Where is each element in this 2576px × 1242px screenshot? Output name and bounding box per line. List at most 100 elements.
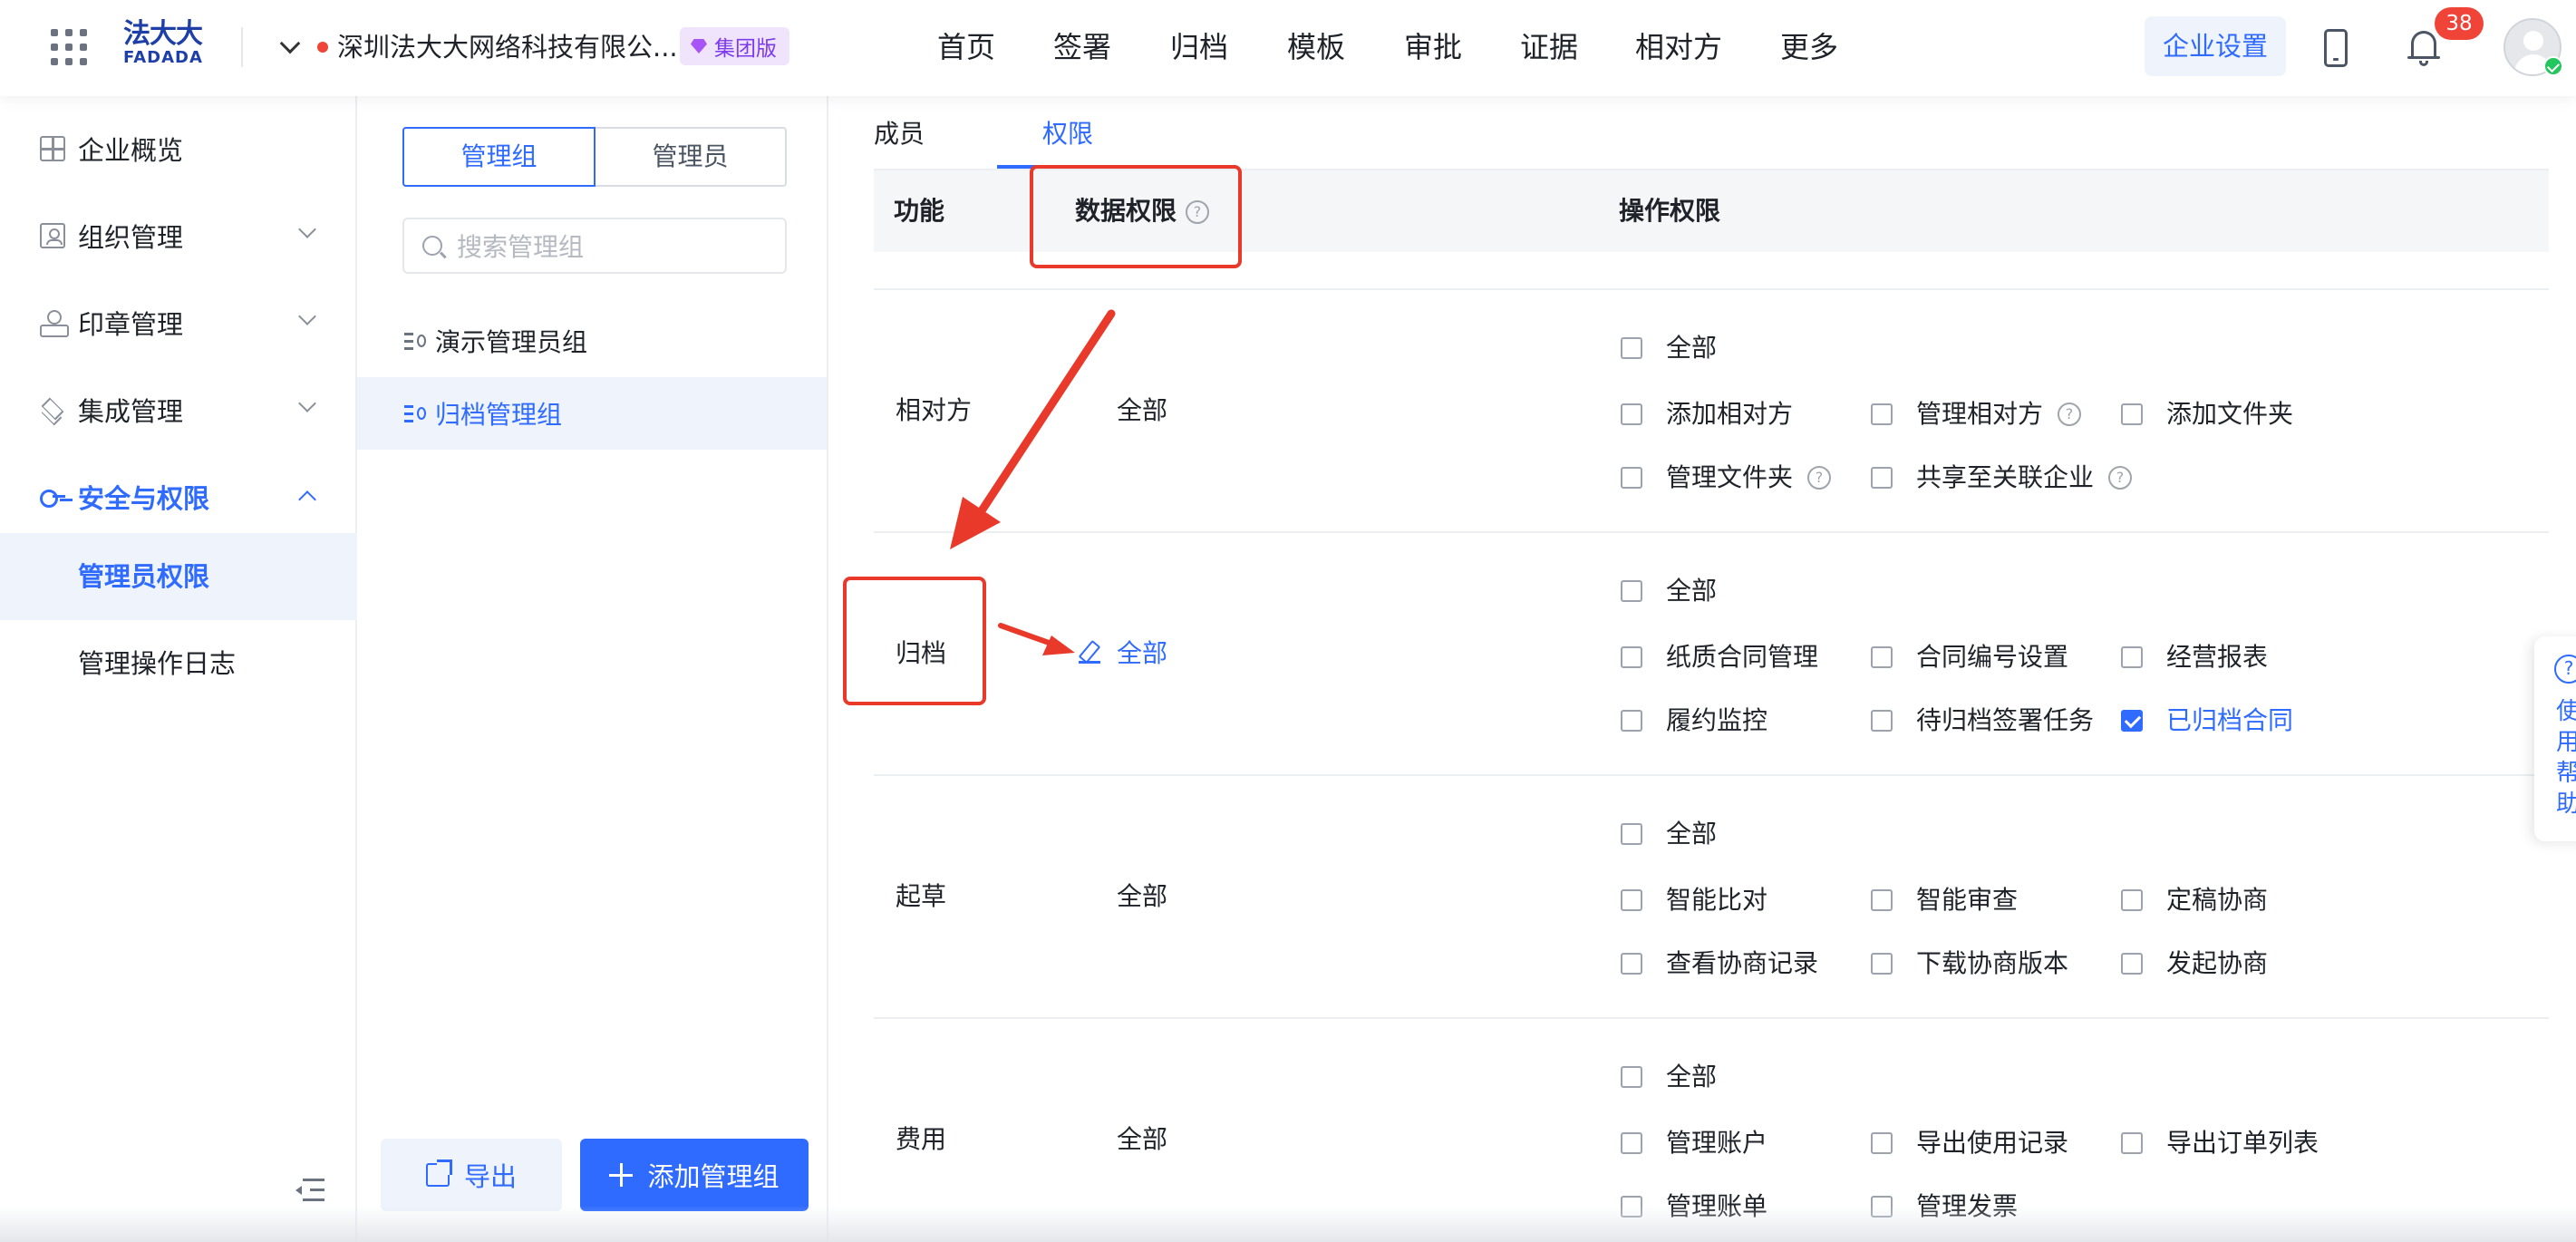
checkbox-export-usage-records[interactable]: 导出使用记录	[1871, 1125, 2068, 1161]
external-link-icon	[425, 1160, 452, 1187]
help-circle-icon[interactable]: ?	[1807, 466, 1832, 490]
verified-check-icon	[2543, 56, 2563, 76]
row-divider	[874, 531, 2549, 533]
checkbox-start-negotiation[interactable]: 发起协商	[2121, 946, 2268, 982]
row-divider	[874, 288, 2549, 290]
top-header: 法大大 FADADA 深圳法大大网络科技有限公... 集团版 首页 签署 归档 …	[0, 0, 2576, 96]
company-status-dot	[317, 42, 328, 53]
fadada-logo[interactable]: 法大大 FADADA	[123, 20, 214, 71]
checkbox-manage-folder[interactable]: 管理文件夹?	[1621, 460, 1832, 496]
sidebar-item-organization[interactable]: 组织管理	[0, 192, 357, 279]
row-data-permission: 全部	[1117, 1124, 1168, 1154]
checkbox-manage-counterparty[interactable]: 管理相对方?	[1871, 396, 2082, 432]
annotation-box-data-permission	[1030, 165, 1242, 268]
seal-icon	[40, 310, 69, 337]
notification-bell-icon[interactable]	[2407, 27, 2440, 67]
tab-members[interactable]: 成员	[874, 114, 925, 150]
edit-pencil-icon[interactable]	[1079, 641, 1100, 664]
apps-grid-icon[interactable]	[51, 29, 87, 65]
sidebar-item-label: 安全与权限	[78, 483, 210, 514]
help-circle-icon[interactable]: ?	[2108, 466, 2133, 490]
checkbox-view-negotiation-records[interactable]: 查看协商记录	[1621, 946, 1818, 982]
nav-template[interactable]: 模板	[1287, 22, 1345, 73]
sidebar-item-label: 集成管理	[78, 396, 184, 427]
group-icon	[404, 403, 426, 423]
company-switch-chevron-icon[interactable]	[279, 33, 301, 54]
segment-admin[interactable]: 管理员	[596, 129, 785, 185]
checkbox-performance-monitor[interactable]: 履约监控	[1621, 703, 1767, 739]
sidebar-item-security[interactable]: 安全与权限	[0, 453, 357, 540]
nav-sign[interactable]: 签署	[1053, 22, 1111, 73]
checkbox-draft-all[interactable]: 全部	[1621, 816, 1717, 852]
notification-count-badge: 38	[2435, 7, 2484, 40]
checkbox-paper-contract[interactable]: 纸质合同管理	[1621, 639, 1818, 675]
group-search-box	[402, 218, 787, 274]
group-item-archive[interactable]: 归档管理组	[357, 377, 827, 450]
dashboard-icon	[40, 136, 65, 161]
checkbox-finalize-negotiation[interactable]: 定稿协商	[2121, 882, 2268, 918]
group-item-label: 演示管理员组	[435, 327, 588, 357]
plus-icon	[609, 1163, 634, 1187]
sidebar-subitem-operation-log[interactable]: 管理操作日志	[0, 620, 357, 707]
mobile-phone-icon[interactable]	[2324, 29, 2348, 67]
checkbox-business-report[interactable]: 经营报表	[2121, 639, 2268, 675]
nav-more[interactable]: 更多	[1780, 22, 1838, 73]
row-divider	[874, 1017, 2549, 1019]
checkbox-export-order-list[interactable]: 导出订单列表	[2121, 1125, 2319, 1161]
add-admin-group-button[interactable]: 添加管理组	[580, 1139, 809, 1211]
checkbox-smart-compare[interactable]: 智能比对	[1621, 882, 1767, 918]
chevron-down-icon	[298, 394, 316, 412]
edition-badge-label: 集团版	[714, 37, 777, 61]
sidebar-item-label: 印章管理	[78, 309, 184, 340]
checkbox-archived-contracts[interactable]: 已归档合同	[2121, 703, 2293, 739]
segment-admin-group[interactable]: 管理组	[402, 127, 596, 187]
tab-permissions[interactable]: 权限	[1042, 114, 1093, 150]
export-button-label: 导出	[463, 1161, 517, 1192]
checkbox-add-folder[interactable]: 添加文件夹	[2121, 396, 2293, 432]
row-data-permission-link[interactable]: 全部	[1117, 636, 1167, 672]
checkbox-manage-account[interactable]: 管理账户	[1621, 1125, 1767, 1161]
nav-approval[interactable]: 审批	[1404, 22, 1462, 73]
sidebar: 企业概览 组织管理 印章管理 集成管理 安全与权限 管理员权限 管理操作日志	[0, 96, 357, 1242]
sidebar-item-seal[interactable]: 印章管理	[0, 279, 357, 366]
bottom-edge-shadow	[0, 1206, 2576, 1242]
diamond-icon	[691, 39, 707, 53]
group-search-input[interactable]	[457, 227, 774, 267]
sidebar-item-label: 企业概览	[78, 135, 184, 166]
checkbox-share-affiliates[interactable]: 共享至关联企业?	[1871, 460, 2133, 496]
sidebar-subitem-admin-permissions[interactable]: 管理员权限	[0, 533, 357, 620]
checkbox-contract-numbering[interactable]: 合同编号设置	[1871, 639, 2068, 675]
row-function-label: 费用	[896, 1124, 947, 1154]
nav-evidence[interactable]: 证据	[1520, 22, 1578, 73]
row-data-permission: 全部	[1117, 881, 1168, 911]
checkbox-pending-archive-tasks[interactable]: 待归档签署任务	[1871, 703, 2094, 739]
layers-icon	[40, 397, 65, 422]
group-item-demo[interactable]: 演示管理员组	[357, 305, 827, 377]
help-circle-icon[interactable]: ?	[2058, 403, 2082, 426]
checkbox-smart-review[interactable]: 智能审查	[1871, 882, 2018, 918]
sidebar-item-overview[interactable]: 企业概览	[0, 105, 357, 192]
export-button[interactable]: 导出	[381, 1139, 562, 1211]
nav-counterparty[interactable]: 相对方	[1635, 22, 1722, 73]
enterprise-settings-button[interactable]: 企业设置	[2145, 16, 2286, 76]
checkbox-add-counterparty[interactable]: 添加相对方	[1621, 396, 1793, 432]
sidebar-item-integration[interactable]: 集成管理	[0, 366, 357, 453]
annotation-box-archive	[843, 577, 986, 705]
checkbox-download-negotiation-version[interactable]: 下载协商版本	[1871, 946, 2068, 982]
column-function: 功能	[894, 196, 945, 226]
header-divider	[241, 27, 243, 67]
sidebar-item-label: 组织管理	[78, 222, 184, 253]
nav-archive[interactable]: 归档	[1170, 22, 1228, 73]
org-icon	[40, 223, 65, 248]
help-widget[interactable]: ? 使用帮助	[2534, 636, 2576, 841]
row-function-label: 相对方	[896, 395, 973, 425]
checkbox-counterparty-all[interactable]: 全部	[1621, 330, 1717, 366]
checkbox-archive-all[interactable]: 全部	[1621, 573, 1717, 609]
row-divider	[874, 774, 2549, 776]
group-item-label: 归档管理组	[435, 400, 563, 430]
collapse-sidebar-icon[interactable]	[295, 1179, 324, 1202]
company-name[interactable]: 深圳法大大网络科技有限公...	[337, 27, 678, 67]
checkbox-fee-all[interactable]: 全部	[1621, 1059, 1717, 1095]
nav-home[interactable]: 首页	[937, 22, 995, 73]
group-icon	[404, 331, 426, 351]
